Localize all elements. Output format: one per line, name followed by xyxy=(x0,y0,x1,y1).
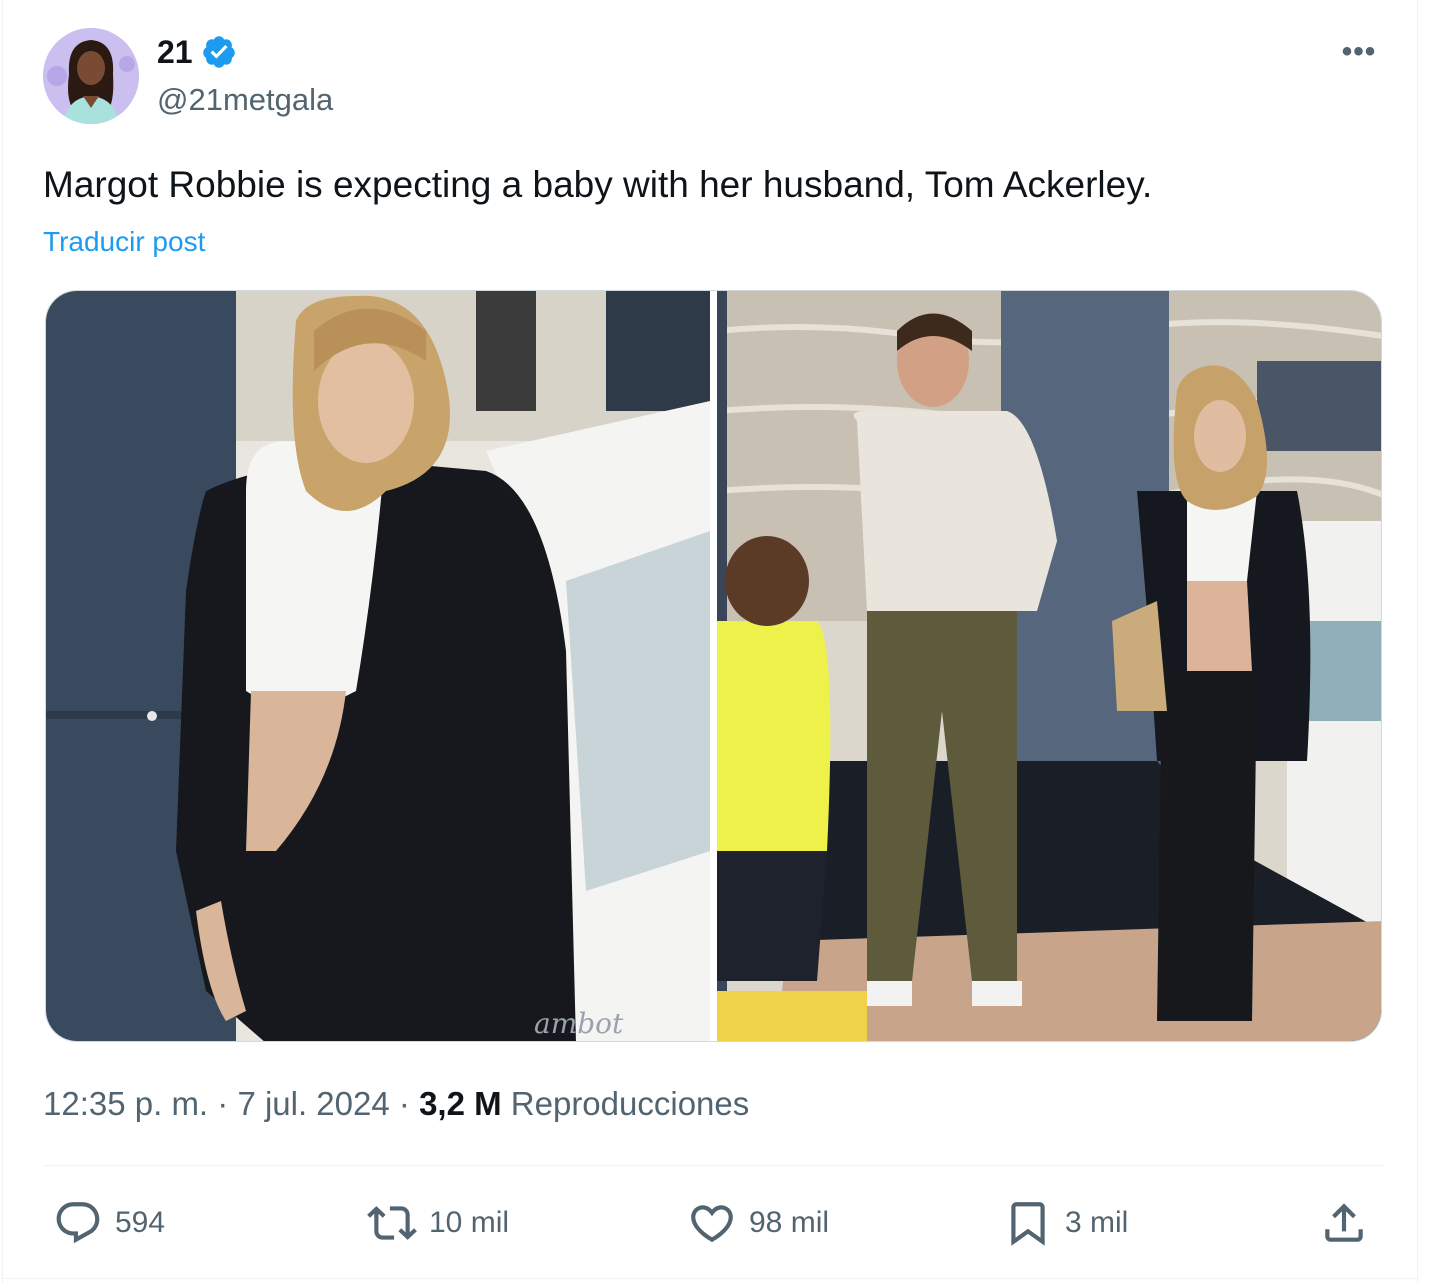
meta-separator: · xyxy=(389,1085,420,1122)
bookmark-button[interactable]: 3 mil xyxy=(1003,1196,1128,1250)
heart-icon xyxy=(691,1205,733,1243)
retweet-count: 10 mil xyxy=(429,1206,510,1239)
retweet-icon xyxy=(367,1206,417,1240)
tweet-text: Margot Robbie is expecting a baby with h… xyxy=(43,164,1153,205)
reply-count: 594 xyxy=(115,1206,166,1239)
retweet-button[interactable]: 10 mil xyxy=(367,1196,509,1250)
divider xyxy=(43,1165,1383,1166)
media-grid: ambot xyxy=(45,290,1382,1042)
photo-left-image xyxy=(46,291,710,1041)
share-icon xyxy=(1325,1203,1363,1242)
tweet-meta: 12:35 p. m. · 7 jul. 2024 · 3,2 M Reprod… xyxy=(43,1082,749,1126)
avatar-portrait-icon xyxy=(43,28,139,124)
tweet-date[interactable]: 7 jul. 2024 xyxy=(237,1085,389,1122)
meta-separator: · xyxy=(208,1085,238,1122)
like-count: 98 mil xyxy=(749,1206,830,1239)
photo-right-image xyxy=(717,291,1381,1041)
reply-icon xyxy=(56,1202,100,1244)
share-button[interactable] xyxy=(1319,1196,1369,1250)
like-button[interactable]: 98 mil xyxy=(687,1196,829,1250)
author-handle[interactable]: @21metgala xyxy=(157,80,333,120)
more-options-button[interactable]: ••• xyxy=(1337,32,1381,72)
author-avatar[interactable] xyxy=(43,28,139,124)
photo-right[interactable] xyxy=(717,291,1381,1041)
bookmark-count: 3 mil xyxy=(1065,1206,1129,1239)
photo-left[interactable]: ambot xyxy=(46,291,710,1041)
tweet-time[interactable]: 12:35 p. m. xyxy=(43,1085,208,1122)
more-options-icon: ••• xyxy=(1341,35,1377,68)
author-display-name[interactable]: 21 xyxy=(157,32,193,72)
author-name-row: 21 xyxy=(157,32,237,72)
views-count: 3,2 M xyxy=(419,1085,502,1122)
verified-badge-icon[interactable] xyxy=(201,34,237,70)
reply-button[interactable]: 594 xyxy=(53,1196,165,1250)
translate-link[interactable]: Traducir post xyxy=(43,224,205,260)
bottom-divider xyxy=(3,1278,1419,1279)
tweet-card: 21 @21metgala ••• Margot Robbie is expec… xyxy=(2,0,1419,1283)
views-label: Reproducciones xyxy=(510,1085,750,1122)
bookmark-icon xyxy=(1011,1202,1045,1246)
photo-watermark: ambot xyxy=(534,1007,624,1040)
